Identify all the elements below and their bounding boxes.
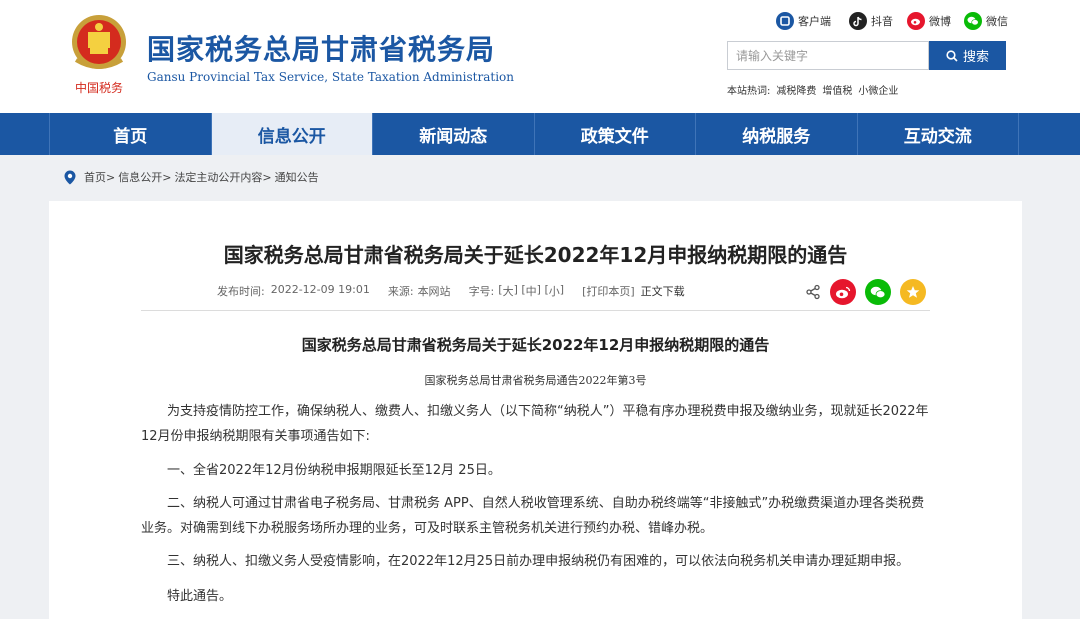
social-wechat-link[interactable]: 微信 (964, 11, 1008, 31)
breadcrumb: 首页> 信息公开> 法定主动公开内容> 通知公告 (64, 169, 322, 185)
star-icon (906, 286, 920, 298)
document-number: 国家税务总局甘肃省税务局通告2022年第3号 (424, 374, 647, 387)
publish-date: 2022-12-09 19:01 (270, 283, 370, 296)
hot-word-link[interactable]: 增值税 (822, 86, 852, 97)
share-favorite-button[interactable] (900, 279, 926, 305)
body-paragraph: 二、纳税人可通过甘肃省电子税务局、甘肃税务 APP、自然人税收管理系统、自助办税… (141, 496, 925, 536)
document-title: 国家税务总局甘肃省税务局关于延长2022年12月申报纳税期限的通告 (301, 336, 770, 354)
breadcrumb-home[interactable]: 首页> (84, 169, 115, 185)
nav-item-interaction[interactable]: 互动交流 (856, 113, 1019, 155)
hot-word-link[interactable]: 小微企业 (858, 86, 898, 97)
weibo-icon (836, 286, 851, 298)
body-paragraph: 三、纳税人、扣缴义务人受疫情影响，在2022年12月25日前办理申报纳税仍有困难… (167, 554, 910, 569)
breadcrumb-statutory[interactable]: 法定主动公开内容> (174, 169, 271, 185)
social-douyin-link[interactable]: 抖音 (849, 11, 893, 31)
douyin-icon (849, 12, 867, 30)
search-input[interactable] (727, 41, 929, 70)
wechat-icon (870, 286, 886, 298)
font-size-label: 字号: (468, 285, 495, 298)
body-paragraph: 特此通告。 (167, 589, 233, 604)
weibo-icon (907, 12, 925, 30)
logo-caption: 中国税务 (75, 80, 123, 95)
hot-words: 本站热词: 减税降费 增值税 小微企业 (727, 82, 898, 97)
nav-item-info-disclosure[interactable]: 信息公开 (210, 113, 372, 155)
share-bar (805, 279, 926, 305)
wechat-icon (964, 12, 982, 30)
nav-item-tax-service[interactable]: 纳税服务 (695, 113, 857, 155)
publish-date-label: 发布时间: (217, 285, 265, 298)
hot-word-link[interactable]: 减税降费 (776, 86, 816, 97)
article-panel: 国家税务总局甘肃省税务局关于延长2022年12月申报纳税期限的通告 发布时间: … (49, 201, 1022, 619)
article-title: 国家税务总局甘肃省税务局关于延长2022年12月申报纳税期限的通告 (223, 243, 848, 267)
nav-item-news[interactable]: 新闻动态 (372, 113, 534, 155)
tax-emblem-logo[interactable]: 中国税务 (66, 10, 132, 100)
source-label: 来源: (387, 285, 414, 298)
font-large-link[interactable]: 大 (503, 283, 514, 299)
breadcrumb-notices[interactable]: 通知公告 (275, 169, 319, 185)
nav-item-home[interactable]: 首页 (49, 113, 211, 155)
site-subtitle-en: Gansu Provincial Tax Service, State Taxa… (147, 70, 514, 84)
print-page-link[interactable]: [打印本页] (582, 283, 635, 299)
share-icon[interactable] (805, 284, 821, 300)
download-link[interactable]: 正文下载 (641, 283, 685, 299)
hot-words-label: 本站热词: (727, 86, 771, 97)
nav-item-policy[interactable]: 政策文件 (533, 113, 696, 155)
site-title[interactable]: 国家税务总局甘肃省税务局 (147, 28, 495, 68)
share-weibo-button[interactable] (830, 279, 856, 305)
font-size-separator: ] [ (536, 283, 549, 296)
social-client-label: 客户端 (798, 15, 831, 28)
source-value: 本网站 (417, 285, 451, 298)
font-medium-link[interactable]: 中 (526, 283, 537, 299)
article-meta: 发布时间: 2022-12-09 19:01 来源: 本网站 字号: [ 大 ]… (217, 283, 685, 299)
breadcrumb-info-disclosure[interactable]: 信息公开> (118, 169, 171, 185)
search-button-label: 搜索 (962, 50, 989, 65)
social-client-link[interactable]: 客户端 (776, 11, 831, 31)
font-size-separator: ] [ (513, 283, 526, 296)
body-paragraph: 一、全省2022年12月份纳税申报期限延长至12月 25日。 (167, 463, 501, 478)
share-wechat-button[interactable] (865, 279, 891, 305)
client-icon (776, 12, 794, 30)
social-weibo-label: 微博 (929, 15, 951, 28)
location-pin-icon (64, 170, 76, 184)
search-button[interactable]: 搜索 (929, 41, 1006, 70)
main-nav: 首页 信息公开 新闻动态 政策文件 纳税服务 互动交流 (0, 113, 1080, 155)
search-icon (946, 49, 958, 62)
site-header: 中国税务 国家税务总局甘肃省税务局 Gansu Provincial Tax S… (0, 0, 1080, 113)
social-wechat-label: 微信 (986, 15, 1008, 28)
social-weibo-link[interactable]: 微博 (907, 11, 951, 31)
title-divider (141, 310, 930, 311)
social-douyin-label: 抖音 (871, 15, 893, 28)
font-small-link[interactable]: 小 (549, 283, 560, 299)
body-paragraph: 为支持疫情防控工作，确保纳税人、缴费人、扣缴义务人（以下简称“纳税人”）平稳有序… (141, 404, 929, 444)
